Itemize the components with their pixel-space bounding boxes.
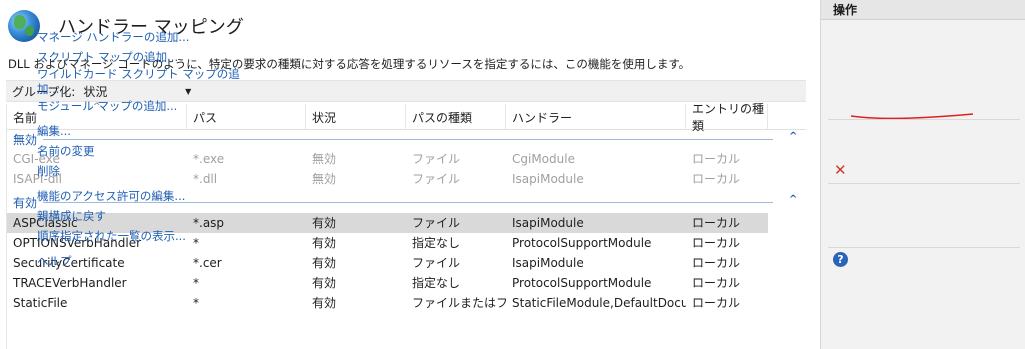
group-divider: [43, 138, 774, 140]
add-wildcard-script-map-link[interactable]: ワイルドカード スクリプト マップの追: [37, 66, 240, 82]
column-header-path-type[interactable]: パスの種類: [406, 104, 506, 130]
cell-name: CGI-exe: [13, 152, 60, 166]
cell-entry-type: ローカル: [692, 236, 741, 250]
table-row[interactable]: ISAPI-dll *.dll 無効 ファイル IsapiModule ローカル: [7, 169, 768, 189]
column-header-entry-type[interactable]: エントリの種類: [686, 102, 768, 133]
collapse-chevron-icon[interactable]: ^: [789, 194, 797, 205]
cell-path-type: ファイル: [412, 172, 461, 186]
view-ordered-list-link[interactable]: 順序指定された一覧の表示...: [37, 228, 186, 244]
cell-name: SecurityCertificate: [13, 256, 125, 270]
cell-path: *.exe: [193, 152, 225, 166]
cell-entry-type: ローカル: [692, 276, 741, 290]
group-header-disabled[interactable]: 無効 ^: [7, 130, 807, 148]
cell-state: 有効: [312, 276, 337, 290]
cell-state: 有効: [312, 236, 337, 250]
add-script-map-link[interactable]: スクリプト マップの追加...: [37, 49, 178, 65]
revert-to-parent-link[interactable]: 親構成に戻す: [37, 208, 106, 224]
dropdown-arrow-icon: ▼: [185, 86, 192, 96]
cell-entry-type: ローカル: [692, 256, 741, 270]
actions-header: 操作: [821, 0, 1025, 20]
cell-path: *: [193, 296, 199, 310]
column-header-handler[interactable]: ハンドラー: [506, 104, 686, 130]
rename-link[interactable]: 名前の変更: [37, 143, 95, 159]
add-wildcard-script-map-link-cont[interactable]: 加...: [37, 81, 59, 97]
cell-handler: IsapiModule: [512, 172, 584, 186]
globe-icon: [8, 10, 40, 42]
cell-handler: IsapiModule: [512, 216, 584, 230]
cell-name: StaticFile: [13, 296, 68, 310]
groupby-value: 状況: [83, 84, 108, 99]
edit-feature-permissions-link[interactable]: 機能のアクセス許可の編集...: [37, 188, 185, 204]
cell-handler: StaticFileModule,DefaultDocu...: [512, 296, 686, 310]
cell-handler: IsapiModule: [512, 256, 584, 270]
collapse-chevron-icon[interactable]: ^: [789, 131, 797, 142]
cell-path: *.cer: [193, 256, 222, 270]
cell-entry-type: ローカル: [692, 152, 741, 166]
column-header-path[interactable]: パス: [187, 104, 306, 130]
cell-name: TRACEVerbHandler: [13, 276, 127, 290]
add-managed-handler-link[interactable]: マネージ ハンドラーの追加...: [37, 29, 189, 45]
cell-entry-type: ローカル: [692, 172, 741, 186]
cell-state: 有効: [312, 256, 337, 270]
actions-divider: [828, 119, 1020, 120]
handler-mappings-grid: 名前 ^ パス 状況 パスの種類 ハンドラー エントリの種類 無効 ^ CGI-…: [6, 102, 807, 349]
actions-divider: [828, 183, 1020, 184]
cell-path-type: 指定なし: [412, 276, 461, 290]
cell-state: 無効: [312, 172, 337, 186]
cell-path-type: ファイル: [412, 152, 461, 166]
delete-link[interactable]: 削除: [37, 163, 60, 179]
table-row[interactable]: SecurityCertificate *.cer 有効 ファイル IsapiM…: [7, 253, 768, 273]
cell-path: *.asp: [193, 216, 225, 230]
cell-path-type: ファイル: [412, 216, 461, 230]
cell-state: 有効: [312, 296, 337, 310]
cell-entry-type: ローカル: [692, 296, 741, 310]
group-label: 無効: [13, 132, 38, 147]
cell-path-type: 指定なし: [412, 236, 461, 250]
cell-handler: ProtocolSupportModule: [512, 276, 652, 290]
actions-divider: [828, 247, 1020, 248]
actions-pane: 操作: [820, 0, 1025, 349]
cell-path-type: ファイル: [412, 256, 461, 270]
column-header-state[interactable]: 状況: [306, 104, 406, 130]
edit-link[interactable]: 編集...: [37, 123, 71, 139]
cell-path-type: ファイルまたはフ...: [412, 296, 506, 310]
delete-icon[interactable]: ✕: [834, 162, 847, 178]
cell-path: *: [193, 276, 199, 290]
group-label: 有効: [13, 195, 38, 210]
table-row[interactable]: StaticFile * 有効 ファイルまたはフ... StaticFileMo…: [7, 293, 768, 313]
table-row[interactable]: CGI-exe *.exe 無効 ファイル CgiModule ローカル: [7, 149, 768, 169]
table-row[interactable]: TRACEVerbHandler * 有効 指定なし ProtocolSuppo…: [7, 273, 768, 293]
cell-path: *: [193, 236, 199, 250]
help-link[interactable]: ヘルプ: [37, 253, 72, 269]
cell-handler: ProtocolSupportModule: [512, 236, 652, 250]
cell-state: 無効: [312, 152, 337, 166]
cell-handler: CgiModule: [512, 152, 575, 166]
add-module-map-link[interactable]: モジュール マップの追加...: [37, 98, 177, 114]
cell-path: *.dll: [193, 172, 218, 186]
cell-name: ISAPI-dll: [13, 172, 62, 186]
cell-entry-type: ローカル: [692, 216, 741, 230]
help-icon[interactable]: ?: [833, 252, 848, 267]
cell-state: 有効: [312, 216, 337, 230]
